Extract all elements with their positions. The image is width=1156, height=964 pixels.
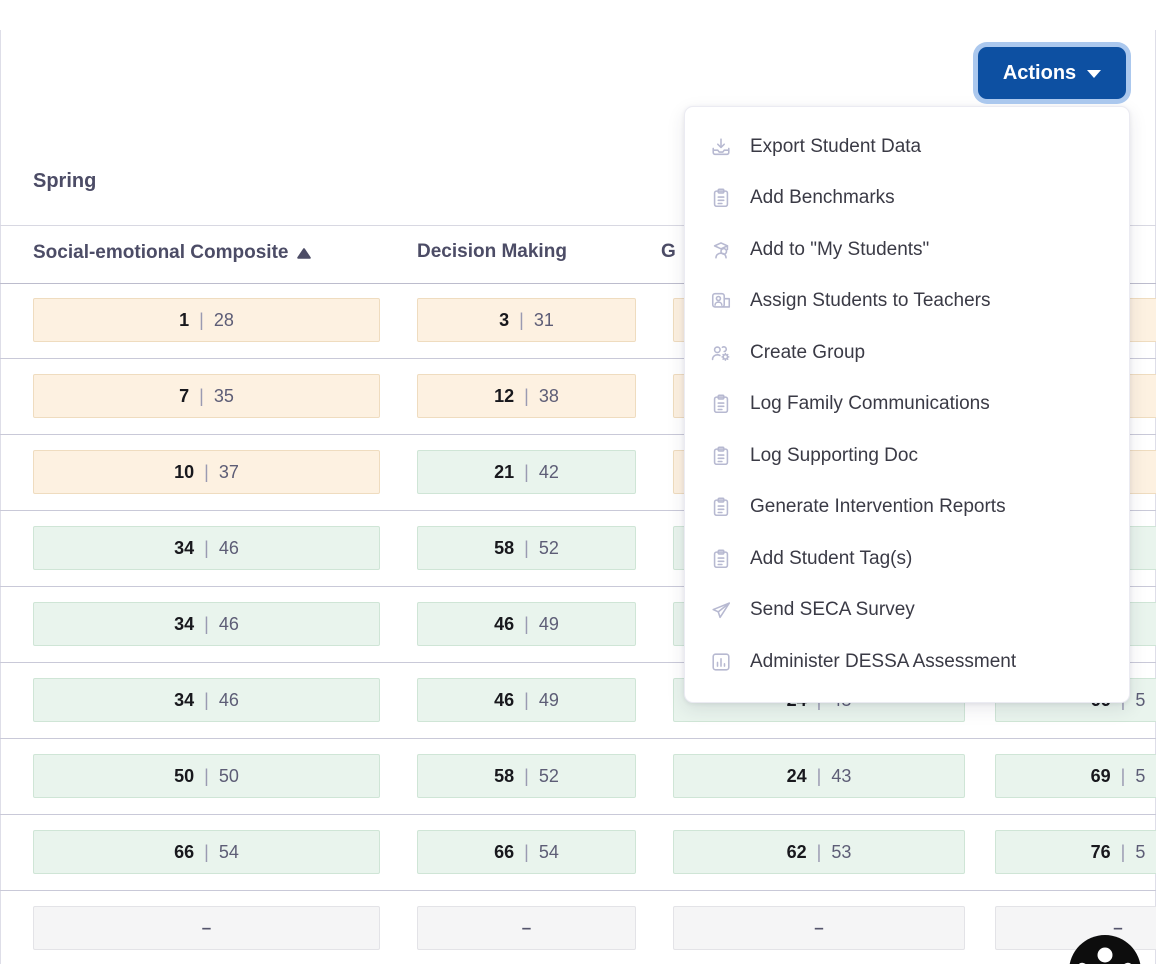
score-cell: 1|28 (33, 298, 380, 342)
actions-button[interactable]: Actions (978, 47, 1126, 99)
table-row: 50|50 58|52 24|43 69|5 (0, 739, 1156, 815)
menu-item-log-supporting-doc[interactable]: Log Supporting Doc (685, 430, 1129, 482)
score-cell: 50|50 (33, 754, 380, 798)
section-label-spring: Spring (33, 170, 96, 193)
menu-item-assign-students-to-teachers[interactable]: Assign Students to Teachers (685, 276, 1129, 328)
score-cell: 66|54 (417, 830, 636, 874)
menu-item-add-to-my-students[interactable]: Add to "My Students" (685, 224, 1129, 276)
paper-plane-icon (709, 598, 733, 622)
score-cell: 10|37 (33, 450, 380, 494)
menu-item-add-benchmarks[interactable]: Add Benchmarks (685, 173, 1129, 225)
table-row: – – – – (0, 891, 1156, 964)
score-cell: 46|49 (417, 602, 636, 646)
score-cell: 58|52 (417, 526, 636, 570)
score-cell-empty: – (33, 906, 380, 950)
score-cell-empty: – (417, 906, 636, 950)
menu-item-add-student-tags[interactable]: Add Student Tag(s) (685, 533, 1129, 585)
score-cell: 58|52 (417, 754, 636, 798)
score-cell: 69|5 (995, 754, 1156, 798)
score-cell: 76|5 (995, 830, 1156, 874)
actions-dropdown-menu: Export Student Data Add Benchmarks Add t… (684, 106, 1130, 703)
menu-item-label: Create Group (750, 342, 865, 364)
accessibility-widget-button[interactable] (1068, 934, 1142, 964)
column-header-partially-hidden[interactable]: G (661, 241, 676, 263)
score-cell: 7|35 (33, 374, 380, 418)
menu-item-label: Log Family Communications (750, 393, 990, 415)
score-cell: 21|42 (417, 450, 636, 494)
student-data-page: Actions Spring Social-emotional Composit… (0, 0, 1156, 964)
column-header-decision-making[interactable]: Decision Making (417, 241, 567, 263)
menu-item-send-seca-survey[interactable]: Send SECA Survey (685, 585, 1129, 637)
clipboard-icon (709, 392, 733, 416)
assign-teacher-icon (709, 289, 733, 313)
score-cell: 24|43 (673, 754, 965, 798)
menu-item-create-group[interactable]: Create Group (685, 327, 1129, 379)
table-row: 66|54 66|54 62|53 76|5 (0, 815, 1156, 891)
score-cell: 3|31 (417, 298, 636, 342)
menu-item-label: Administer DESSA Assessment (750, 651, 1016, 673)
group-gear-icon (709, 341, 733, 365)
score-cell: 34|46 (33, 678, 380, 722)
export-icon (709, 135, 733, 159)
chevron-down-icon (1087, 70, 1101, 78)
clipboard-icon (709, 186, 733, 210)
menu-item-label: Add to "My Students" (750, 239, 929, 261)
graduate-icon (709, 238, 733, 262)
score-cell: 46|49 (417, 678, 636, 722)
column-header-social-emotional-composite[interactable]: Social-emotional Composite (33, 241, 311, 265)
menu-item-generate-intervention-reports[interactable]: Generate Intervention Reports (685, 482, 1129, 534)
clipboard-icon (709, 547, 733, 571)
bar-chart-icon (709, 650, 733, 674)
menu-item-log-family-communications[interactable]: Log Family Communications (685, 379, 1129, 431)
score-cell: 34|46 (33, 602, 380, 646)
menu-item-administer-dessa-assessment[interactable]: Administer DESSA Assessment (685, 636, 1129, 688)
menu-item-label: Log Supporting Doc (750, 445, 918, 467)
actions-button-label: Actions (1003, 62, 1076, 85)
clipboard-icon (709, 495, 733, 519)
menu-item-export-student-data[interactable]: Export Student Data (685, 121, 1129, 173)
score-cell: 12|38 (417, 374, 636, 418)
score-cell-empty: – (673, 906, 965, 950)
menu-item-label: Add Benchmarks (750, 187, 895, 209)
menu-item-label: Add Student Tag(s) (750, 548, 912, 570)
score-cell: 62|53 (673, 830, 965, 874)
menu-item-label: Export Student Data (750, 136, 921, 158)
clipboard-icon (709, 444, 733, 468)
sort-asc-icon (297, 243, 311, 265)
menu-item-label: Assign Students to Teachers (750, 290, 990, 312)
menu-item-label: Generate Intervention Reports (750, 496, 1006, 518)
score-cell: 34|46 (33, 526, 380, 570)
menu-item-label: Send SECA Survey (750, 599, 915, 621)
score-cell: 66|54 (33, 830, 380, 874)
